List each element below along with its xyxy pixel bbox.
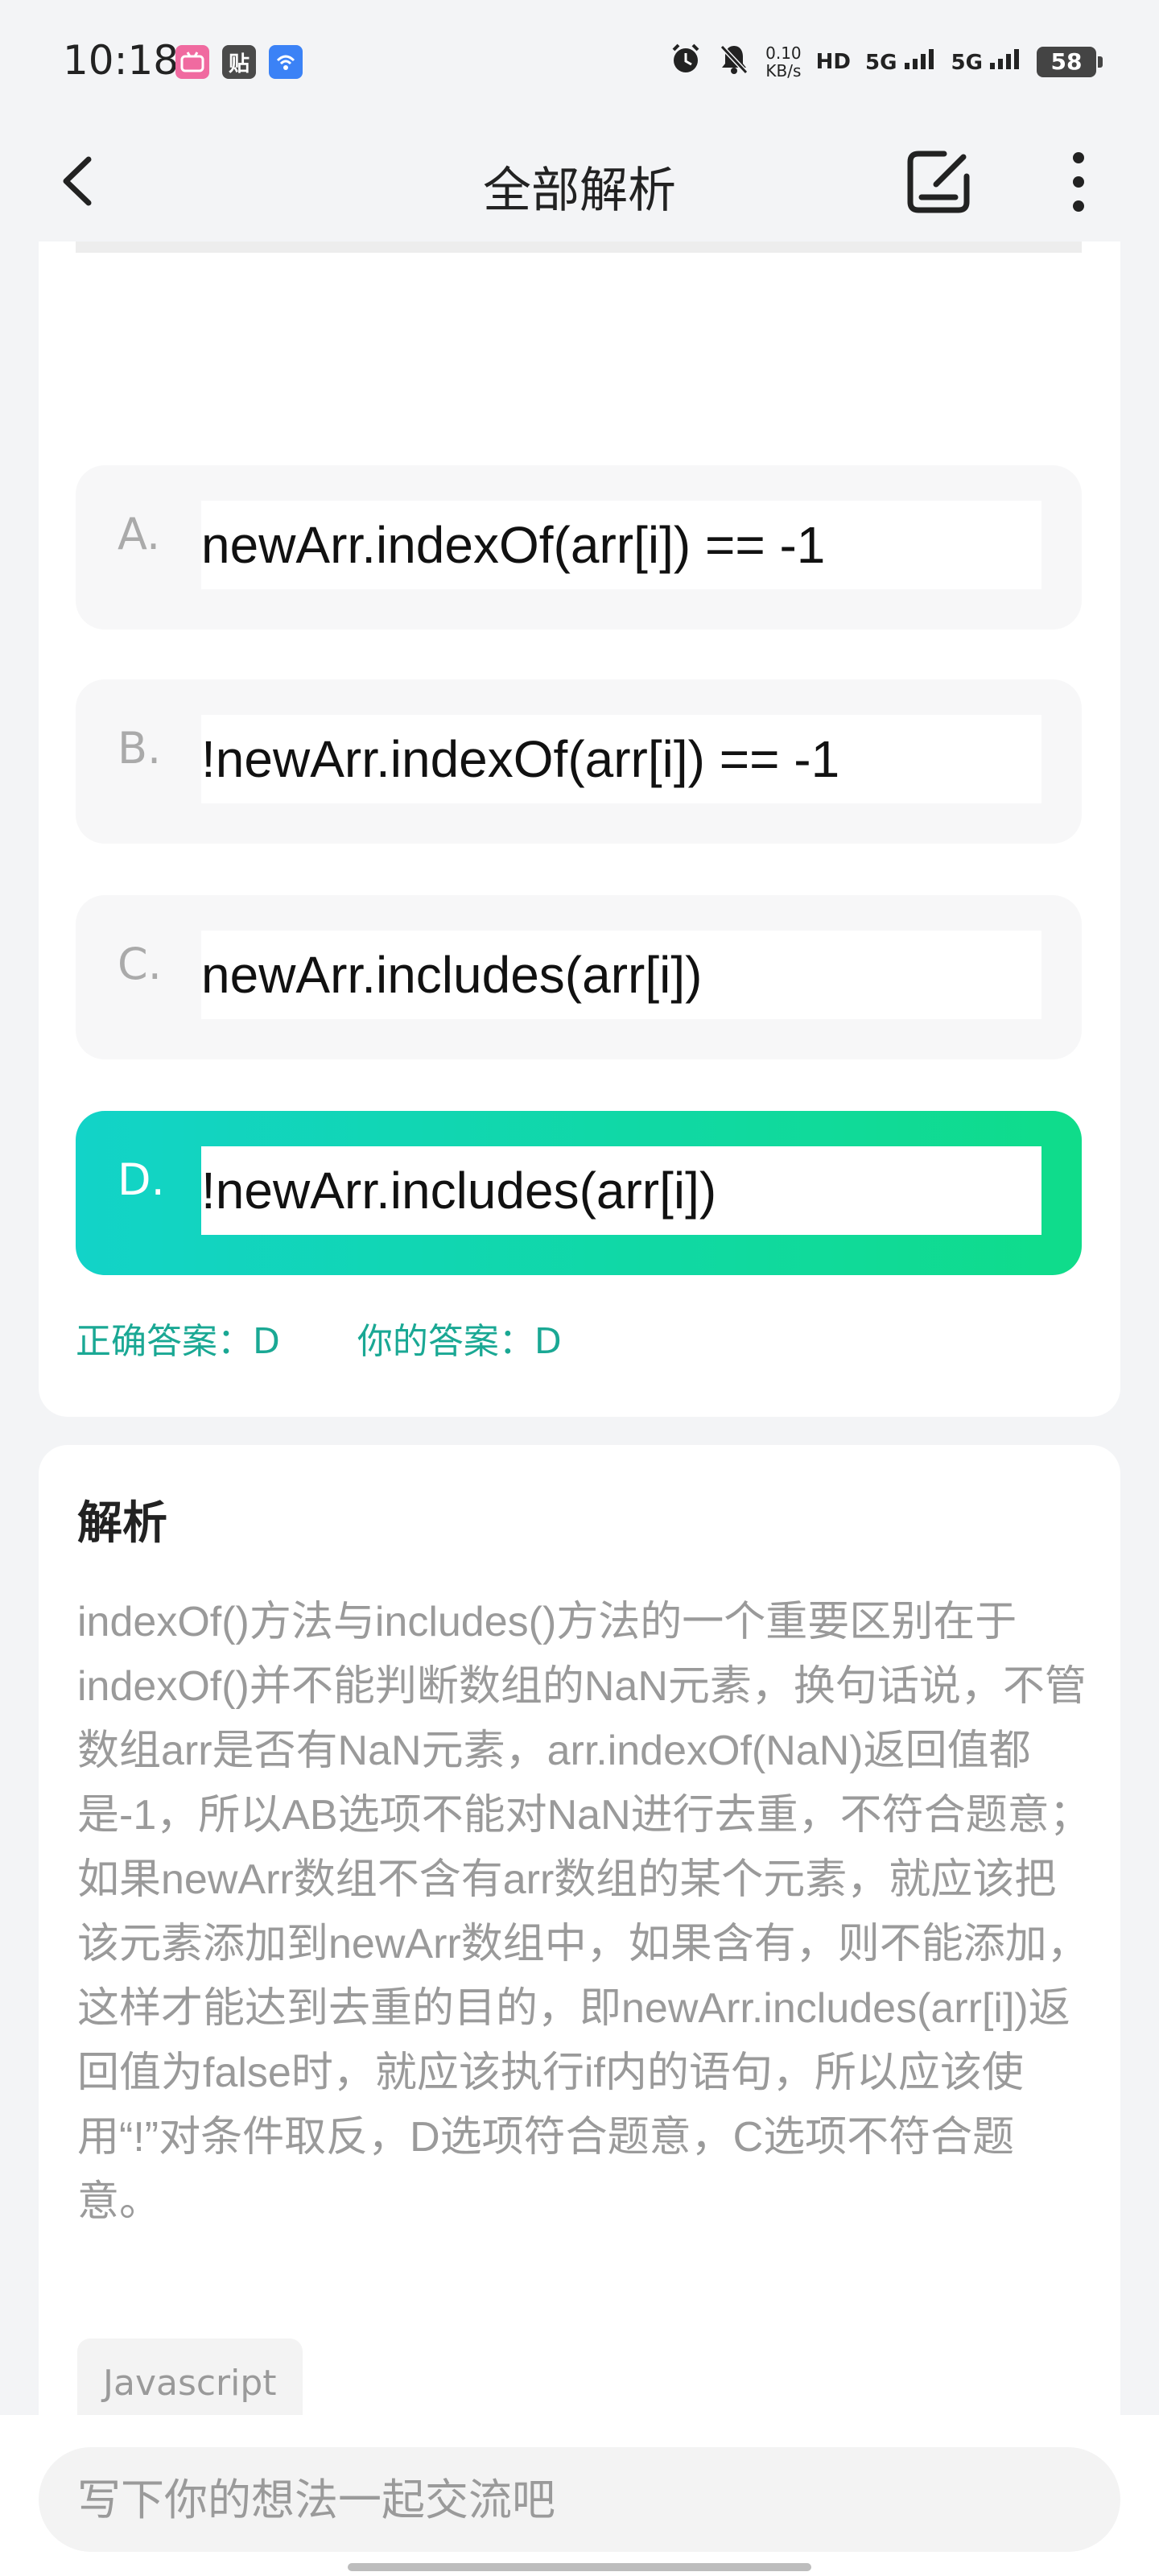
comment-input[interactable]	[39, 2447, 1120, 2552]
option-content: newArr.includes(arr[i])	[201, 931, 1041, 1019]
status-time: 10:18	[63, 37, 179, 84]
question-card: A. newArr.indexOf(arr[i]) == -1 B. !newA…	[39, 242, 1120, 1417]
answer-summary: 正确答案：D 你的答案：D	[76, 1312, 562, 1364]
signal-5g-1: 5G	[865, 48, 937, 75]
option-text: newArr.includes(arr[i])	[201, 946, 703, 1004]
option-letter: A.	[118, 509, 161, 559]
option-c[interactable]: C. newArr.includes(arr[i])	[76, 895, 1082, 1059]
app-header: 全部解析	[0, 121, 1159, 242]
option-text: !newArr.includes(arr[i])	[201, 1162, 717, 1220]
your-answer: 你的答案：D	[357, 1321, 562, 1362]
analysis-card: 解析 indexOf()方法与includes()方法的一个重要区别在于inde…	[39, 1445, 1120, 2475]
option-letter: D.	[118, 1154, 165, 1205]
alarm-icon	[669, 42, 703, 81]
comment-bar	[0, 2415, 1159, 2576]
home-indicator[interactable]	[348, 2563, 811, 2571]
edit-note-icon	[907, 151, 970, 213]
mute-bell-icon	[717, 42, 751, 81]
net-speed: 0.10 KB/s	[765, 43, 802, 80]
more-options-button[interactable]	[1046, 142, 1111, 222]
option-text: newArr.indexOf(arr[i]) == -1	[201, 516, 826, 574]
option-content: newArr.indexOf(arr[i]) == -1	[201, 501, 1041, 589]
battery-icon: 58	[1037, 46, 1103, 77]
correct-answer: 正确答案：D	[76, 1321, 280, 1362]
status-bar: 10:18 贴 0.10 KB/s HD 5G 5G 58	[0, 0, 1159, 121]
option-b[interactable]: B. !newArr.indexOf(arr[i]) == -1	[76, 679, 1082, 844]
network-app-icon	[269, 45, 303, 79]
tieba-app-icon: 贴	[222, 45, 256, 79]
option-content: !newArr.includes(arr[i])	[201, 1146, 1041, 1235]
signal-bars-icon	[990, 49, 1019, 69]
bilibili-app-icon	[175, 45, 209, 79]
option-letter: B.	[118, 723, 162, 774]
page-title: 全部解析	[483, 163, 676, 219]
option-d-correct[interactable]: D. !newArr.includes(arr[i])	[76, 1111, 1082, 1275]
question-image-bottom-edge	[76, 242, 1082, 253]
analysis-title: 解析	[77, 1497, 167, 1550]
signal-bars-icon	[904, 49, 934, 69]
signal-5g-2: 5G	[951, 48, 1023, 75]
option-text: !newArr.indexOf(arr[i]) == -1	[201, 730, 840, 788]
option-a[interactable]: A. newArr.indexOf(arr[i]) == -1	[76, 465, 1082, 630]
option-content: !newArr.indexOf(arr[i]) == -1	[201, 715, 1041, 803]
topic-tag[interactable]: Javascript	[77, 2339, 303, 2427]
note-button[interactable]	[898, 142, 979, 222]
analysis-body: indexOf()方法与includes()方法的一个重要区别在于indexOf…	[77, 1599, 1091, 2225]
hd-badge: HD	[815, 49, 851, 74]
option-letter: C.	[118, 939, 162, 989]
more-vertical-icon	[1073, 152, 1084, 212]
